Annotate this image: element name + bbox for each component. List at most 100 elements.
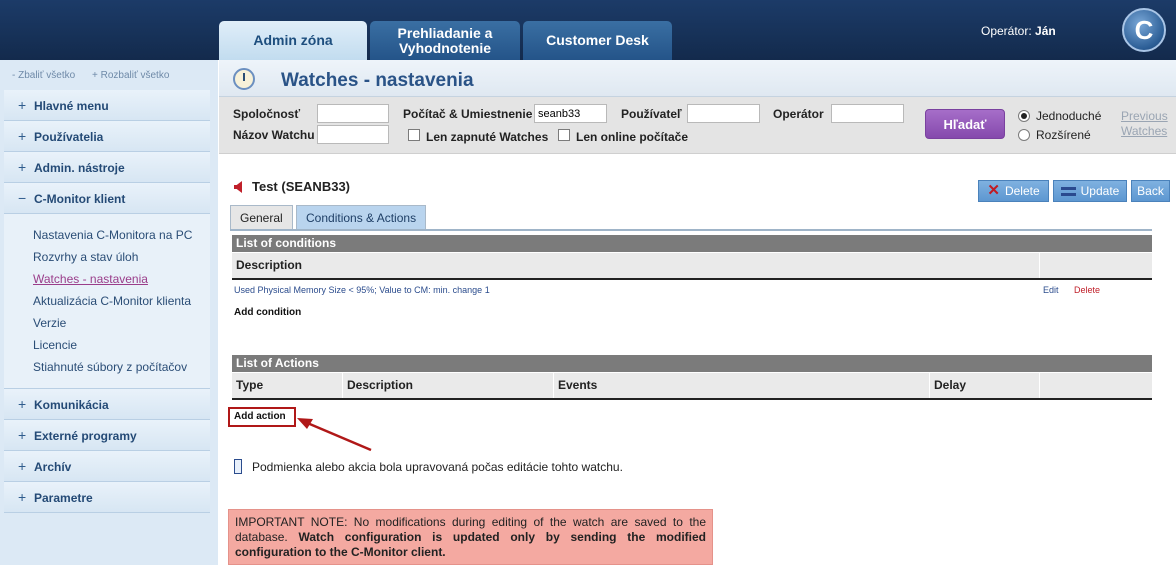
- tab-conditions-actions[interactable]: Conditions & Actions: [296, 205, 427, 230]
- user-input[interactable]: [687, 104, 760, 123]
- operator-name: Ján: [1035, 24, 1056, 38]
- only-online-checkbox[interactable]: [558, 129, 570, 141]
- actions-col-extra: [1040, 373, 1152, 398]
- top-header: Admin zóna Prehliadanie a Vyhodnotenie C…: [0, 0, 1176, 60]
- sidebar-item-cmonitor-client[interactable]: − C-Monitor klient: [4, 183, 210, 214]
- sidebar-item-label: Hlavné menu: [34, 99, 109, 113]
- plus-icon: +: [18, 396, 27, 412]
- sidebar-item-label: Komunikácia: [34, 398, 109, 412]
- stopwatch-icon: [233, 68, 255, 90]
- sidebar-item-parameters[interactable]: + Parametre: [4, 482, 210, 513]
- conditions-table-header: Description: [232, 253, 1152, 280]
- tab-browse-evaluate[interactable]: Prehliadanie a Vyhodnotenie: [370, 21, 520, 60]
- plus-icon: +: [18, 128, 27, 144]
- conditions-col-description: Description: [232, 253, 1040, 278]
- sidebar-item-external-programs[interactable]: + Externé programy: [4, 420, 210, 451]
- company-label: Spoločnosť: [233, 107, 301, 121]
- plus-icon: +: [18, 427, 27, 443]
- delete-button[interactable]: ✕ Delete: [978, 180, 1049, 202]
- user-label: Používateľ: [621, 107, 682, 121]
- sidebar-subitem-licenses[interactable]: Licencie: [33, 334, 210, 356]
- collapse-all-link[interactable]: - Zbaliť všetko: [12, 70, 75, 81]
- mode-extended-label: Rozšírené: [1036, 128, 1091, 142]
- sidebar-item-archive[interactable]: + Archív: [4, 451, 210, 482]
- sidebar-item-label: Externé programy: [34, 429, 137, 443]
- add-condition-link[interactable]: Add condition: [234, 307, 301, 318]
- actions-table-header: Type Description Events Delay: [232, 373, 1152, 400]
- add-action-highlight: [228, 407, 296, 427]
- operator-info: Operátor: Ján: [981, 24, 1056, 38]
- mode-simple-radio[interactable]: [1018, 110, 1030, 122]
- tab-general[interactable]: General: [230, 205, 293, 230]
- sidebar-subitem-downloaded-files[interactable]: Stiahnuté súbory z počítačov: [33, 356, 210, 378]
- condition-delete-link[interactable]: Delete: [1074, 285, 1100, 295]
- cmonitor-logo-icon[interactable]: C: [1122, 8, 1166, 52]
- actions-col-events: Events: [554, 373, 930, 398]
- delete-label: Delete: [1004, 184, 1040, 198]
- page-title: Watches - nastavenia: [281, 70, 474, 91]
- sidebar: - Zbaliť všetko + Rozbaliť všetko + Hlavn…: [0, 60, 218, 565]
- watch-name-label: Názov Watchu: [233, 128, 315, 142]
- tab-customer-desk[interactable]: Customer Desk: [523, 21, 672, 60]
- computer-input[interactable]: [534, 104, 607, 123]
- main-content: Test (SEANB33) ✕ Delete Update Back Gene…: [219, 155, 1176, 565]
- page-header: Watches - nastavenia: [219, 60, 1176, 97]
- plus-icon: +: [18, 97, 27, 113]
- sidebar-item-main-menu[interactable]: + Hlavné menu: [4, 90, 210, 121]
- update-button[interactable]: Update: [1053, 180, 1127, 202]
- sidebar-item-communication[interactable]: + Komunikácia: [4, 389, 210, 420]
- plus-icon: +: [18, 458, 27, 474]
- minus-icon: −: [18, 190, 27, 206]
- operator-input[interactable]: [831, 104, 904, 123]
- watch-name-input[interactable]: [317, 125, 389, 144]
- conditions-section-header: List of conditions: [232, 235, 1152, 252]
- plus-icon: +: [18, 489, 27, 505]
- actions-col-description: Description: [343, 373, 554, 398]
- previous-watches-link[interactable]: Previous Watches: [1121, 109, 1173, 139]
- sidebar-subitem-client-update[interactable]: Aktualizácia C-Monitor klienta: [33, 290, 210, 312]
- actions-col-type: Type: [232, 373, 343, 398]
- sidebar-subitem-schedules[interactable]: Rozvrhy a stav úloh: [33, 246, 210, 268]
- sidebar-subitem-cmonitor-settings[interactable]: Nastavenia C-Monitora na PC: [33, 224, 210, 246]
- back-button[interactable]: Back: [1131, 180, 1170, 202]
- modified-legend-swatch: [234, 459, 242, 474]
- modified-legend-text: Podmienka alebo akcia bola upravovaná po…: [252, 460, 623, 474]
- sidebar-toggles: - Zbaliť všetko + Rozbaliť všetko: [0, 60, 218, 90]
- only-enabled-checkbox[interactable]: [408, 129, 420, 141]
- actions-col-delay: Delay: [930, 373, 1040, 398]
- mode-simple-label: Jednoduché: [1036, 109, 1102, 123]
- sidebar-subitem-versions[interactable]: Verzie: [33, 312, 210, 334]
- search-button[interactable]: Hľadať: [925, 109, 1005, 139]
- sidebar-item-label: Používatelia: [34, 130, 104, 144]
- condition-edit-link[interactable]: Edit: [1043, 285, 1059, 295]
- sidebar-item-label: Admin. nástroje: [34, 161, 125, 175]
- only-online-label: Len online počítače: [576, 130, 689, 144]
- actions-section-header: List of Actions: [232, 355, 1152, 372]
- sidebar-item-admin-tools[interactable]: + Admin. nástroje: [4, 152, 210, 183]
- tab-divider: [230, 229, 1152, 231]
- computer-label: Počítač & Umiestnenie: [403, 107, 533, 121]
- company-input[interactable]: [317, 104, 389, 123]
- sidebar-item-label: C-Monitor klient: [34, 192, 126, 206]
- record-title: Test (SEANB33): [252, 179, 351, 194]
- back-arrow-icon[interactable]: [234, 181, 242, 193]
- pointer-arrow-icon: [297, 418, 372, 452]
- sidebar-item-users[interactable]: + Používatelia: [4, 121, 210, 152]
- operator-filter-label: Operátor: [773, 107, 824, 121]
- mode-extended-radio[interactable]: [1018, 129, 1030, 141]
- important-note: IMPORTANT NOTE: No modifications during …: [228, 509, 713, 565]
- expand-all-link[interactable]: + Rozbaliť všetko: [92, 70, 169, 81]
- only-enabled-label: Len zapnuté Watches: [426, 130, 549, 144]
- tab-admin-zone[interactable]: Admin zóna: [219, 21, 367, 60]
- conditions-col-actions: [1040, 253, 1152, 278]
- sidebar-item-label: Archív: [34, 460, 72, 474]
- sync-icon: [1060, 186, 1076, 197]
- condition-row-description: Used Physical Memory Size < 95%; Value t…: [234, 285, 490, 295]
- sidebar-item-label: Parametre: [34, 491, 93, 505]
- close-icon: ✕: [987, 182, 1000, 199]
- note-part2: Watch configuration is updated only by s…: [235, 530, 706, 559]
- filter-bar: Spoločnosť Počítač & Umiestnenie Používa…: [219, 97, 1176, 154]
- logo-letter: C: [1134, 14, 1154, 45]
- sidebar-subitem-watches[interactable]: Watches - nastavenia: [33, 268, 210, 290]
- plus-icon: +: [18, 159, 27, 175]
